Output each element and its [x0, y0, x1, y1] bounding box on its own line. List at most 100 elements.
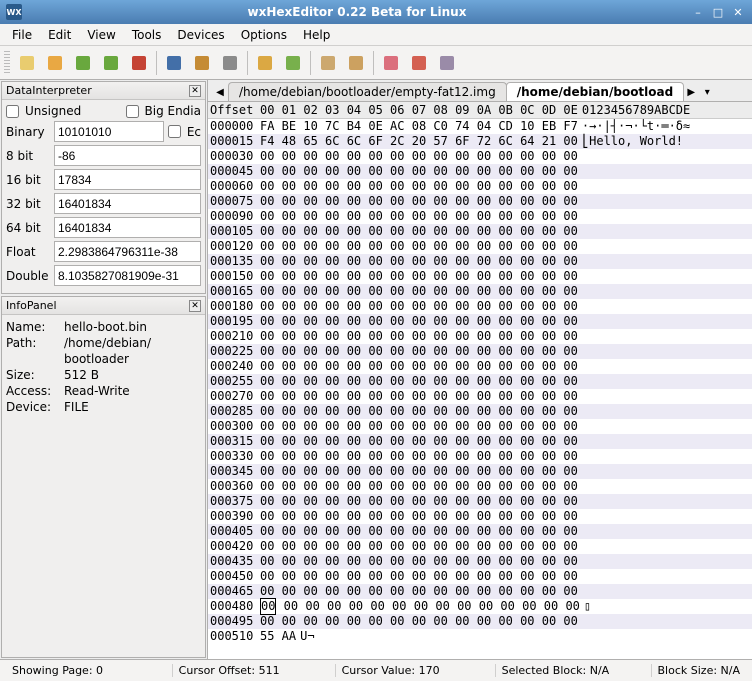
hex-row[interactable]: 00036000 00 00 00 00 00 00 00 00 00 00 0…: [208, 479, 752, 494]
hex-row[interactable]: 00004500 00 00 00 00 00 00 00 00 00 00 0…: [208, 164, 752, 179]
hex-row[interactable]: 00048000 00 00 00 00 00 00 00 00 00 00 0…: [208, 599, 752, 614]
hex-ascii[interactable]: [578, 524, 582, 539]
hex-row[interactable]: 00027000 00 00 00 00 00 00 00 00 00 00 0…: [208, 389, 752, 404]
hex-row[interactable]: 00030000 00 00 00 00 00 00 00 00 00 00 0…: [208, 419, 752, 434]
tab-nav-right-icon[interactable]: ▶: [683, 83, 699, 101]
menu-edit[interactable]: Edit: [40, 26, 79, 44]
unsigned-checkbox[interactable]: [6, 105, 19, 118]
hex-ascii[interactable]: [578, 149, 582, 164]
di-input-32-bit[interactable]: [54, 193, 201, 214]
hex-bytes[interactable]: 00 00 00 00 00 00 00 00 00 00 00 00 00 0…: [260, 584, 578, 599]
hex-ascii[interactable]: [578, 464, 582, 479]
hex-bytes[interactable]: 00 00 00 00 00 00 00 00 00 00 00 00 00 0…: [260, 209, 578, 224]
binary-input[interactable]: [54, 121, 164, 142]
hex-bytes[interactable]: 00 00 00 00 00 00 00 00 00 00 00 00 00 0…: [260, 149, 578, 164]
hex-ascii[interactable]: [578, 479, 582, 494]
hex-bytes[interactable]: 00 00 00 00 00 00 00 00 00 00 00 00 00 0…: [260, 299, 578, 314]
find-replace-icon[interactable]: [189, 50, 215, 76]
hex-row[interactable]: 00028500 00 00 00 00 00 00 00 00 00 00 0…: [208, 404, 752, 419]
hex-ascii[interactable]: [578, 239, 582, 254]
hex-ascii[interactable]: [578, 554, 582, 569]
hex-bytes[interactable]: 00 00 00 00 00 00 00 00 00 00 00 00 00 0…: [260, 254, 578, 269]
hex-row[interactable]: 00039000 00 00 00 00 00 00 00 00 00 00 0…: [208, 509, 752, 524]
menu-options[interactable]: Options: [233, 26, 295, 44]
edit-checkbox[interactable]: [168, 125, 181, 138]
record-icon[interactable]: [126, 50, 152, 76]
hex-row[interactable]: 00049500 00 00 00 00 00 00 00 00 00 00 0…: [208, 614, 752, 629]
big-endian-checkbox[interactable]: [126, 105, 139, 118]
save-as-icon[interactable]: [98, 50, 124, 76]
hex-row[interactable]: 00010500 00 00 00 00 00 00 00 00 00 00 0…: [208, 224, 752, 239]
hex-ascii[interactable]: [578, 344, 582, 359]
menu-view[interactable]: View: [79, 26, 123, 44]
hex-row[interactable]: 000015F4 48 65 6C 6C 6F 2C 20 57 6F 72 6…: [208, 134, 752, 149]
hex-bytes[interactable]: 00 00 00 00 00 00 00 00 00 00 00 00 00 0…: [260, 284, 578, 299]
hex-ascii[interactable]: [578, 314, 582, 329]
hex-row[interactable]: 00006000 00 00 00 00 00 00 00 00 00 00 0…: [208, 179, 752, 194]
hex-ascii[interactable]: [578, 359, 582, 374]
panel-close-icon[interactable]: ✕: [189, 85, 201, 97]
di-input-8-bit[interactable]: [54, 145, 201, 166]
find-icon[interactable]: [161, 50, 187, 76]
hex-row[interactable]: 00037500 00 00 00 00 00 00 00 00 00 00 0…: [208, 494, 752, 509]
hex-ascii[interactable]: [578, 569, 582, 584]
hex-row[interactable]: 00025500 00 00 00 00 00 00 00 00 00 00 0…: [208, 374, 752, 389]
di-input-64-bit[interactable]: [54, 217, 201, 238]
hex-bytes[interactable]: 00 00 00 00 00 00 00 00 00 00 00 00 00 0…: [260, 314, 578, 329]
save-icon[interactable]: [70, 50, 96, 76]
hex-ascii[interactable]: [578, 434, 582, 449]
hex-row[interactable]: 00031500 00 00 00 00 00 00 00 00 00 00 0…: [208, 434, 752, 449]
hex-ascii[interactable]: [578, 539, 582, 554]
hex-row[interactable]: 00046500 00 00 00 00 00 00 00 00 00 00 0…: [208, 584, 752, 599]
toolbar-grip[interactable]: [4, 51, 10, 75]
hex-ascii[interactable]: ▯: [580, 599, 591, 614]
hex-bytes[interactable]: 00 00 00 00 00 00 00 00 00 00 00 00 00 0…: [260, 434, 578, 449]
hex-bytes[interactable]: 00 00 00 00 00 00 00 00 00 00 00 00 00 0…: [260, 329, 578, 344]
hex-row[interactable]: 00021000 00 00 00 00 00 00 00 00 00 00 0…: [208, 329, 752, 344]
hex-bytes[interactable]: 00 00 00 00 00 00 00 00 00 00 00 00 00 0…: [260, 449, 578, 464]
close-button[interactable]: ✕: [730, 5, 746, 19]
hex-bytes[interactable]: 00 00 00 00 00 00 00 00 00 00 00 00 00 0…: [260, 344, 578, 359]
menu-file[interactable]: File: [4, 26, 40, 44]
hex-ascii[interactable]: [578, 329, 582, 344]
hex-ascii[interactable]: ·→·|┤·¬·└t·═·δ≈: [578, 119, 690, 134]
hex-ascii[interactable]: [578, 389, 582, 404]
hex-ascii[interactable]: [578, 494, 582, 509]
redo-icon[interactable]: [280, 50, 306, 76]
new-file-icon[interactable]: [14, 50, 40, 76]
hex-bytes[interactable]: 00 00 00 00 00 00 00 00 00 00 00 00 00 0…: [260, 419, 578, 434]
hex-row[interactable]: 00015000 00 00 00 00 00 00 00 00 00 00 0…: [208, 269, 752, 284]
hex-row[interactable]: 00007500 00 00 00 00 00 00 00 00 00 00 0…: [208, 194, 752, 209]
hex-row[interactable]: 000000FA BE 10 7C B4 0E AC 08 C0 74 04 C…: [208, 119, 752, 134]
minimize-button[interactable]: –: [690, 5, 706, 19]
hex-bytes[interactable]: FA BE 10 7C B4 0E AC 08 C0 74 04 CD 10 E…: [260, 119, 578, 134]
maximize-button[interactable]: □: [710, 5, 726, 19]
hex-row[interactable]: 00043500 00 00 00 00 00 00 00 00 00 00 0…: [208, 554, 752, 569]
delete-icon[interactable]: [406, 50, 432, 76]
hex-bytes[interactable]: 00 00 00 00 00 00 00 00 00 00 00 00 00 0…: [260, 164, 578, 179]
hex-row[interactable]: 00019500 00 00 00 00 00 00 00 00 00 00 0…: [208, 314, 752, 329]
hex-row[interactable]: 00042000 00 00 00 00 00 00 00 00 00 00 0…: [208, 539, 752, 554]
hex-row[interactable]: 00009000 00 00 00 00 00 00 00 00 00 00 0…: [208, 209, 752, 224]
hex-bytes[interactable]: F4 48 65 6C 6C 6F 2C 20 57 6F 72 6C 64 2…: [260, 134, 578, 149]
hex-ascii[interactable]: ⎣Hello, World!: [578, 134, 683, 149]
hex-bytes[interactable]: 00 00 00 00 00 00 00 00 00 00 00 00 00 0…: [260, 599, 580, 614]
hex-ascii[interactable]: [578, 164, 582, 179]
cut-icon[interactable]: [378, 50, 404, 76]
hex-ascii[interactable]: [578, 299, 582, 314]
hex-row[interactable]: 00012000 00 00 00 00 00 00 00 00 00 00 0…: [208, 239, 752, 254]
hex-bytes[interactable]: 00 00 00 00 00 00 00 00 00 00 00 00 00 0…: [260, 404, 578, 419]
hex-bytes[interactable]: 00 00 00 00 00 00 00 00 00 00 00 00 00 0…: [260, 389, 578, 404]
hex-ascii[interactable]: [578, 404, 582, 419]
hex-bytes[interactable]: 00 00 00 00 00 00 00 00 00 00 00 00 00 0…: [260, 194, 578, 209]
hex-ascii[interactable]: [578, 224, 582, 239]
hex-row[interactable]: 00018000 00 00 00 00 00 00 00 00 00 00 0…: [208, 299, 752, 314]
hex-ascii[interactable]: [578, 209, 582, 224]
copy-icon[interactable]: [315, 50, 341, 76]
tab-active[interactable]: /home/debian/bootload: [506, 82, 685, 101]
hex-ascii[interactable]: [578, 179, 582, 194]
hex-ascii[interactable]: [578, 584, 582, 599]
hex-row[interactable]: 00016500 00 00 00 00 00 00 00 00 00 00 0…: [208, 284, 752, 299]
hex-ascii[interactable]: [578, 449, 582, 464]
hex-bytes[interactable]: 55 AA: [260, 629, 296, 644]
